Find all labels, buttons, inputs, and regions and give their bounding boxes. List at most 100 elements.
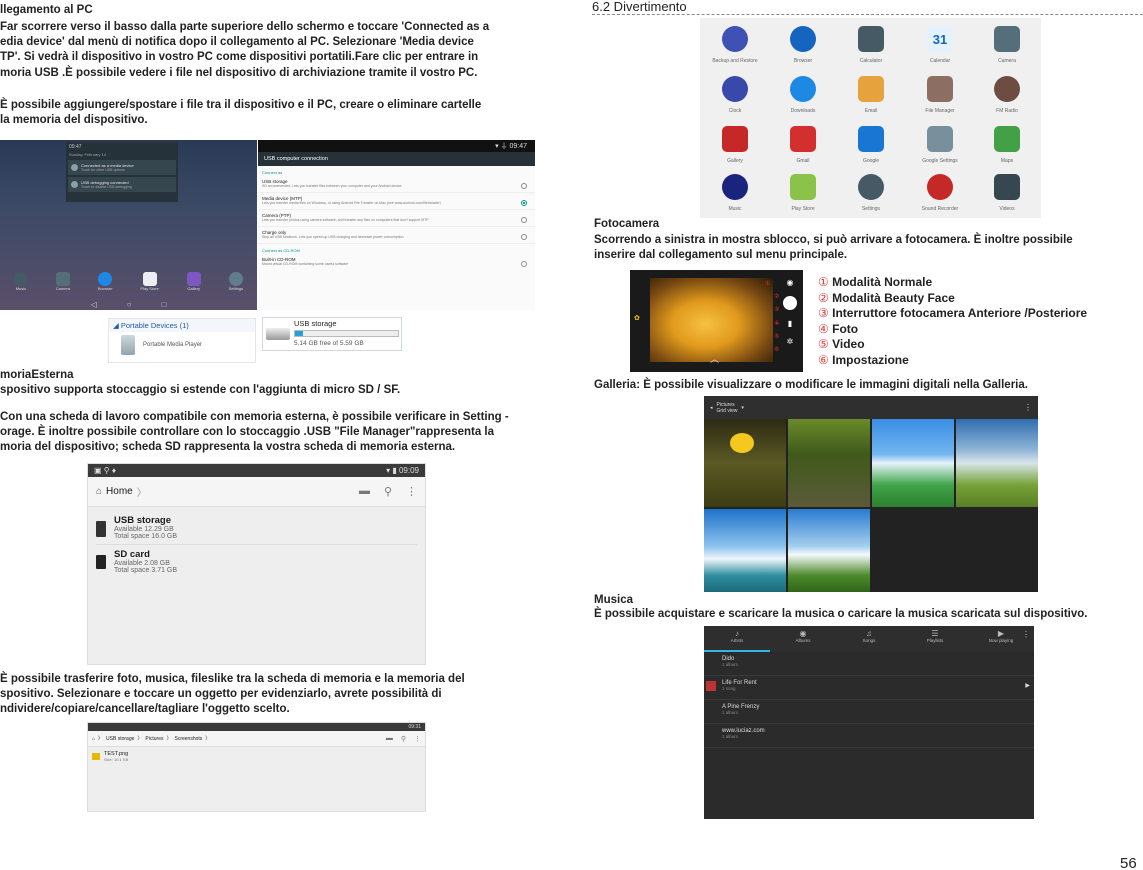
dock-app[interactable]: Settings	[229, 271, 243, 291]
chevron-right-icon: 〉	[166, 736, 172, 742]
gmail-icon[interactable]	[790, 126, 816, 152]
dock-app[interactable]: Gallery	[186, 271, 201, 291]
overflow-menu-icon[interactable]: ⋮	[414, 735, 421, 743]
recents-icon[interactable]: □	[162, 300, 167, 309]
maps-icon[interactable]	[994, 126, 1020, 152]
list-item[interactable]: USB storage Available 12.29 GB Total space…	[96, 511, 417, 545]
dock-app[interactable]: Camera	[56, 271, 70, 291]
gallery-thumb-sky-field[interactable]	[872, 419, 954, 507]
search-icon[interactable]: ⚲	[384, 485, 392, 498]
status-bar: ▾ ⏚ 09:47	[258, 140, 535, 152]
radio-button[interactable]	[521, 234, 527, 240]
tab-playlists[interactable]: ☰ Playlists	[902, 626, 968, 652]
file-manager-icon[interactable]	[927, 76, 953, 102]
radio-button[interactable]	[521, 261, 527, 267]
dock-label: Music	[15, 285, 27, 291]
usb-storage-box[interactable]: USB storage 5.14 GB free of 5.59 GB	[262, 317, 402, 351]
list-item[interactable]: A Pine Frenzy 1 album	[704, 700, 1034, 724]
music-icon[interactable]	[722, 174, 748, 200]
calculator-icon[interactable]	[858, 26, 884, 52]
camera-feature-list: ① Modalità Normale ② Modalità Beauty Face…	[818, 275, 1087, 368]
usb-option[interactable]: Charge only Stop all USB functions. Lets …	[258, 227, 535, 244]
gallery-icon[interactable]	[722, 126, 748, 152]
tab-songs[interactable]: ♫ Songs	[836, 626, 902, 652]
radio-button[interactable]	[521, 200, 527, 206]
gallery-view[interactable]: Grid view	[717, 408, 738, 414]
text-line: È possibile trasferire foto, musica, fil…	[0, 673, 465, 685]
usb-option[interactable]: Camera (PTP) Lets you transfer photos usi…	[258, 210, 535, 227]
video-icon[interactable]: ▮	[788, 319, 792, 328]
breadcrumb-item[interactable]: USB storage	[106, 736, 134, 742]
folder-icon[interactable]: ▬	[359, 485, 370, 498]
dock-app[interactable]: Music	[13, 271, 28, 291]
home-icon[interactable]: ○	[127, 300, 132, 309]
usb-option-cdrom[interactable]: Built-in CD-ROM Mount virtual CD-ROM cont…	[258, 254, 535, 270]
song-icon: ♫	[866, 629, 872, 638]
list-item[interactable]: Dido 1 album	[704, 652, 1034, 676]
usb-option[interactable]: Media device (MTP) Lets you transfer medi…	[258, 193, 535, 210]
list-item[interactable]: Life For Rent 1 song ▶	[704, 676, 1034, 700]
app-label: Backup and Restore	[712, 58, 758, 64]
breadcrumb-item[interactable]: Screenshots	[175, 736, 203, 742]
fm-radio-icon[interactable]	[994, 76, 1020, 102]
camera-icon[interactable]	[994, 26, 1020, 52]
play-store-icon	[142, 271, 157, 286]
gallery-thumb-path[interactable]	[788, 419, 870, 507]
usb-option[interactable]: USB storage SD recommended. Lets you tran…	[258, 176, 535, 193]
browser-icon[interactable]	[790, 26, 816, 52]
dock-app[interactable]: Play Store	[140, 271, 159, 291]
dock-app[interactable]: Browser	[98, 271, 113, 291]
app-label: Camera	[998, 58, 1016, 64]
portable-device[interactable]: Portable Media Player	[109, 332, 255, 358]
backup-restore-icon[interactable]	[722, 26, 748, 52]
google-icon[interactable]	[858, 126, 884, 152]
gallery-thumb-sea[interactable]	[704, 509, 786, 592]
dropdown-icon[interactable]: ▾	[741, 405, 744, 411]
downloads-icon[interactable]	[790, 76, 816, 102]
videos-icon[interactable]	[994, 174, 1020, 200]
portable-header[interactable]: ◢ Portable Devices (1)	[109, 319, 255, 332]
list-item[interactable]: TEST.png Size: 10.1 KB	[88, 747, 425, 766]
chevron-up-icon[interactable]: ︿	[710, 352, 719, 365]
mode-icon[interactable]: ◉	[787, 278, 794, 287]
list-item[interactable]: SD card Available 2.08 GB Total space 3.71…	[96, 545, 417, 578]
list-item[interactable]: www.luciaz.com 1 album	[704, 724, 1034, 748]
back-icon[interactable]: ◁	[91, 300, 97, 309]
gallery-thumb-flower[interactable]	[704, 419, 786, 507]
play-store-icon[interactable]	[790, 174, 816, 200]
beauty-icon[interactable]: ✿	[634, 314, 640, 322]
calendar-icon[interactable]: 31	[927, 26, 953, 52]
text-line: TP'. Si vedrà il dispositivo in vostro P…	[0, 51, 479, 64]
home-breadcrumb[interactable]: ⌂ Home 〉	[96, 484, 147, 499]
tab-artists[interactable]: ♪ Artists	[704, 626, 770, 652]
screenshots-folder-screenshot: 09:31 ⌂ 〉 USB storage 〉 Pictures 〉 Screenshots…	[87, 722, 426, 812]
radio-button[interactable]	[521, 217, 527, 223]
option-desc: Stop all USB functions. Lets you speed u…	[262, 235, 405, 239]
folder-icon[interactable]: ▬	[386, 735, 393, 743]
breadcrumb-item[interactable]: Pictures	[145, 736, 163, 742]
overflow-menu-icon[interactable]: ⋮	[406, 485, 417, 498]
gallery-thumb-landscape[interactable]	[956, 419, 1038, 507]
overflow-menu-icon[interactable]: ⋮	[1024, 403, 1032, 412]
settings-icon[interactable]	[858, 174, 884, 200]
file-manager-screenshot: ▣ ⚲ ♦ ▾ ▮ 09:09 ⌂ Home 〉 ▬ ⚲ ⋮ USB storage Ava…	[87, 463, 426, 665]
sound-recorder-icon[interactable]	[927, 174, 953, 200]
tab-albums[interactable]: ◉ Albums	[770, 626, 836, 652]
notification-item[interactable]: USB debugging connected Touch to disable …	[68, 177, 176, 192]
gallery-thumb-hill[interactable]	[788, 509, 870, 592]
search-icon[interactable]: ⚲	[401, 735, 406, 743]
portable-header-label: Portable Devices (1)	[120, 321, 189, 330]
notification-item[interactable]: Connected as a media device Touch for oth…	[68, 160, 176, 175]
clock-icon[interactable]	[722, 76, 748, 102]
home-icon[interactable]: ⌂	[92, 736, 95, 742]
google-settings-icon[interactable]	[927, 126, 953, 152]
email-icon[interactable]	[858, 76, 884, 102]
shutter-icon[interactable]	[783, 296, 797, 310]
play-icon[interactable]: ▶	[1025, 682, 1030, 689]
item-available: Available 12.29 GB	[114, 526, 174, 533]
back-icon[interactable]: ◂	[710, 405, 713, 411]
overflow-menu-icon[interactable]: ⋮	[1022, 630, 1030, 639]
radio-button[interactable]	[521, 183, 527, 189]
settings-icon[interactable]: ✲	[787, 337, 794, 346]
camera-feature: ④ Foto	[818, 322, 1087, 338]
